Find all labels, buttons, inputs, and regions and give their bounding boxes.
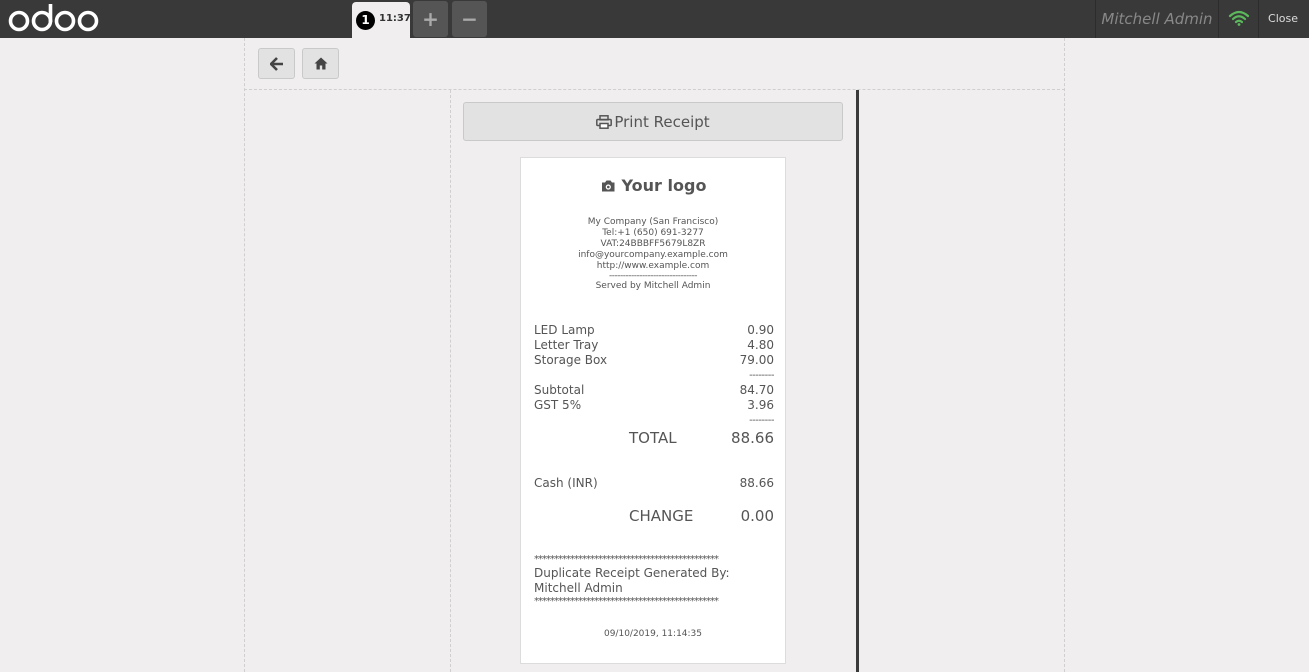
line-price: 79.00 (739, 353, 774, 367)
home-icon (314, 57, 327, 70)
order-line: LED Lamp 0.90 (534, 323, 774, 338)
back-button[interactable] (258, 48, 295, 79)
order-tab[interactable]: 1 11:37 (352, 2, 411, 38)
payment-label: Cash (INR) (534, 476, 598, 490)
top-bar: 1 11:37 + − Mitchell Admin Close (0, 0, 1309, 38)
receipt-logo: Your logo (521, 176, 785, 195)
subtotal-value: 84.70 (739, 383, 774, 397)
receipt-date: 09/10/2019, 11:14:35 (603, 629, 702, 639)
line-product: Letter Tray (534, 338, 599, 352)
print-receipt-label: Print Receipt (614, 112, 710, 131)
served-by: Served by Mitchell Admin (595, 281, 711, 291)
close-button[interactable]: Close (1262, 0, 1304, 38)
duplicate-block: ****************************************… (534, 554, 774, 608)
divider (1218, 0, 1219, 38)
divider (1258, 0, 1259, 38)
change-value: 0.00 (740, 507, 774, 525)
company-info: My Company (San Francisco) Tel:+1 (650) … (521, 217, 785, 292)
company-email: info@yourcompany.example.com (578, 250, 728, 260)
camera-icon (601, 180, 615, 191)
stars-separator: ****************************************… (534, 596, 719, 607)
company-tel: Tel:+1 (650) 691-3277 (602, 228, 704, 238)
change-label: CHANGE (629, 507, 694, 525)
printer-icon (596, 114, 613, 129)
frame-line (450, 90, 451, 672)
add-order-button[interactable]: + (413, 1, 448, 37)
wifi-icon[interactable] (1228, 10, 1250, 26)
dash-separator: -------- (749, 415, 774, 426)
order-line: Letter Tray 4.80 (534, 338, 774, 353)
line-product: LED Lamp (534, 323, 595, 337)
home-button[interactable] (302, 48, 339, 79)
receipt: Your logo My Company (San Francisco) Tel… (520, 157, 786, 664)
company-name: My Company (San Francisco) (587, 217, 719, 227)
dash-separator: -------- (749, 370, 774, 381)
order-lines: LED Lamp 0.90 Letter Tray 4.80 Storage B… (534, 323, 775, 428)
line-price: 0.90 (747, 323, 774, 337)
tax-label: GST 5% (534, 398, 582, 412)
subtotal-label: Subtotal (534, 383, 585, 397)
remove-order-button[interactable]: − (452, 1, 487, 37)
logo-label: Your logo (621, 176, 707, 195)
stars-separator: ****************************************… (534, 554, 719, 565)
order-line: Storage Box 79.00 (534, 353, 774, 368)
company-vat: VAT:24BBBFF5679L8ZR (600, 239, 706, 249)
arrow-left-icon (269, 56, 283, 71)
panel-divider (856, 90, 859, 672)
payment-value: 88.66 (739, 476, 774, 490)
frame-line (1064, 38, 1065, 672)
order-time: 11:37 (379, 13, 411, 24)
print-receipt-button[interactable]: Print Receipt (463, 102, 843, 141)
total-row: TOTAL 88.66 (629, 429, 774, 447)
company-separator: -------------------------------- (609, 271, 697, 281)
duplicate-note: Duplicate Receipt Generated By: Mitchell… (534, 566, 730, 595)
payment-row: Cash (INR) 88.66 (534, 476, 774, 491)
tax-value: 3.96 (747, 398, 774, 412)
total-value: 88.66 (731, 429, 774, 447)
tax-row: GST 5% 3.96 (534, 398, 774, 413)
subtotal-row: Subtotal 84.70 (534, 383, 774, 398)
frame-line (244, 38, 245, 672)
line-price: 4.80 (747, 338, 774, 352)
frame-line (244, 89, 1065, 90)
total-label: TOTAL (629, 429, 677, 447)
line-product: Storage Box (534, 353, 608, 367)
odoo-logo (8, 4, 99, 32)
change-row: CHANGE 0.00 (629, 507, 774, 525)
order-number-badge: 1 (356, 11, 375, 30)
user-name: Mitchell Admin (1101, 10, 1213, 28)
